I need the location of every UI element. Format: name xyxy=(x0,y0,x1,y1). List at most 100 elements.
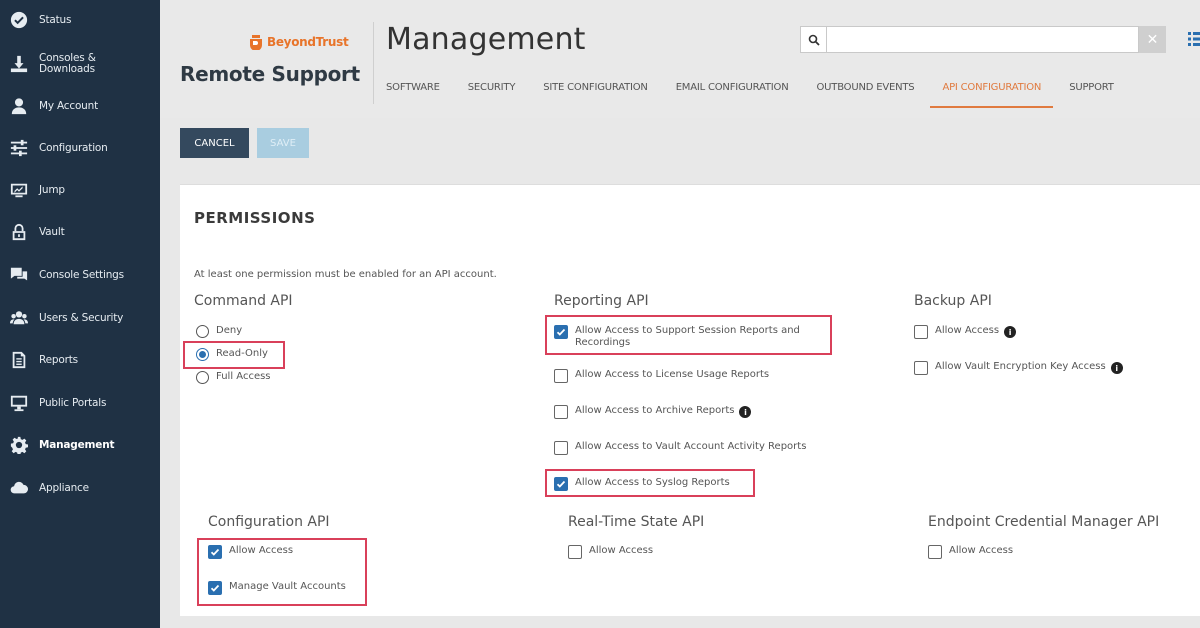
reporting-archive-option[interactable]: Allow Access to Archive Reports i xyxy=(554,405,752,419)
save-button[interactable]: SAVE xyxy=(257,128,309,158)
realtime-api-title: Real-Time State API xyxy=(568,514,705,530)
tab-security[interactable]: SECURITY xyxy=(468,74,516,108)
tab-api-configuration[interactable]: API CONFIGURATION xyxy=(930,74,1054,108)
backup-vault-key-option[interactable]: Allow Vault Encryption Key Access i xyxy=(914,361,1123,375)
brand-name: BeyondTrust xyxy=(267,35,349,49)
tab-site-configuration[interactable]: SITE CONFIGURATION xyxy=(543,74,648,108)
ecm-api-title: Endpoint Credential Manager API xyxy=(928,514,1160,530)
sidebar: Status Consoles & Downloads My Account C… xyxy=(0,0,160,628)
sidebar-item-label: My Account xyxy=(39,99,99,112)
sidebar-item-jump[interactable]: Jump xyxy=(0,170,160,210)
highlight-box xyxy=(183,341,285,369)
radio-button[interactable] xyxy=(196,371,209,384)
sidebar-item-label: Public Portals xyxy=(39,396,107,409)
brand-logo: BeyondTrust xyxy=(248,34,349,50)
option-label: Allow Access xyxy=(935,325,1000,336)
search-button[interactable] xyxy=(800,26,827,53)
option-label: Allow Access to Vault Account Activity R… xyxy=(575,441,807,452)
checkbox[interactable] xyxy=(554,441,568,455)
user-icon xyxy=(8,95,30,117)
header: BeyondTrust Remote Support Management ✕ … xyxy=(160,0,1200,118)
sidebar-item-label: Consoles & Downloads xyxy=(39,52,96,75)
sidebar-item-status[interactable]: Status xyxy=(0,0,160,40)
beyondtrust-logo-icon xyxy=(250,35,262,50)
checkbox[interactable] xyxy=(914,325,928,339)
search-input[interactable] xyxy=(827,26,1139,53)
jump-icon xyxy=(8,179,30,201)
option-label: Full Access xyxy=(216,371,271,382)
sidebar-item-label: Status xyxy=(39,13,72,26)
info-icon[interactable]: i xyxy=(1110,362,1123,374)
checkbox[interactable] xyxy=(554,369,568,383)
reporting-vault-activity-option[interactable]: Allow Access to Vault Account Activity R… xyxy=(554,441,806,455)
sidebar-item-label: Management xyxy=(39,438,115,451)
option-label: Allow Access xyxy=(949,545,1014,556)
option-label: Allow Access to License Usage Reports xyxy=(575,369,770,380)
sidebar-item-appliance[interactable]: Appliance xyxy=(0,468,160,508)
radio-button[interactable] xyxy=(196,325,209,338)
sidebar-item-vault[interactable]: Vault xyxy=(0,212,160,252)
sidebar-item-public-portals[interactable]: Public Portals xyxy=(0,383,160,423)
sidebar-item-users-security[interactable]: Users & Security xyxy=(0,298,160,338)
checkbox[interactable] xyxy=(928,545,942,559)
sidebar-item-label: Appliance xyxy=(39,481,89,494)
tab-email-configuration[interactable]: EMAIL CONFIGURATION xyxy=(676,74,789,108)
checkbox[interactable] xyxy=(554,405,568,419)
sidebar-item-label: Reports xyxy=(39,353,78,366)
sidebar-item-console-settings[interactable]: Console Settings xyxy=(0,255,160,295)
cancel-button[interactable]: CANCEL xyxy=(180,128,249,158)
header-divider xyxy=(373,22,374,104)
users-icon xyxy=(8,307,30,329)
realtime-allow-access-option[interactable]: Allow Access xyxy=(568,545,653,559)
sidebar-item-label: Jump xyxy=(39,183,65,196)
highlight-box xyxy=(545,315,832,355)
download-icon xyxy=(8,53,30,75)
tab-outbound-events[interactable]: OUTBOUND EVENTS xyxy=(817,74,915,108)
sidebar-item-label: Configuration xyxy=(39,141,108,154)
highlight-box xyxy=(197,538,367,606)
monitor-icon xyxy=(8,392,30,414)
ecm-allow-access-option[interactable]: Allow Access xyxy=(928,545,1013,559)
info-icon[interactable]: i xyxy=(739,406,752,418)
command-api-title: Command API xyxy=(194,293,293,309)
reporting-license-usage-option[interactable]: Allow Access to License Usage Reports xyxy=(554,369,769,383)
reporting-api-title: Reporting API xyxy=(554,293,649,309)
page-title: Management xyxy=(386,22,586,57)
search-icon xyxy=(808,34,820,46)
tab-software[interactable]: SOFTWARE xyxy=(386,74,440,108)
search-clear-button[interactable]: ✕ xyxy=(1139,26,1166,53)
cloud-icon xyxy=(8,477,30,499)
management-tabs: SOFTWARE SECURITY SITE CONFIGURATION EMA… xyxy=(386,74,1142,108)
backup-api-title: Backup API xyxy=(914,293,992,309)
checkbox[interactable] xyxy=(914,361,928,375)
command-api-full-access-option[interactable]: Full Access xyxy=(196,371,271,384)
permissions-note: At least one permission must be enabled … xyxy=(194,269,497,280)
tab-support[interactable]: SUPPORT xyxy=(1069,74,1114,108)
product-name: Remote Support xyxy=(180,62,360,86)
sliders-icon xyxy=(8,137,30,159)
info-icon[interactable]: i xyxy=(1004,326,1017,338)
highlight-box xyxy=(545,469,755,497)
option-label: Allow Access xyxy=(589,545,654,556)
gear-icon xyxy=(8,434,30,456)
sidebar-item-configuration[interactable]: Configuration xyxy=(0,128,160,168)
command-api-deny-option[interactable]: Deny xyxy=(196,325,242,338)
lock-icon xyxy=(8,221,30,243)
permissions-panel: PERMISSIONS At least one permission must… xyxy=(180,184,1200,616)
status-icon xyxy=(8,9,30,31)
sidebar-item-my-account[interactable]: My Account xyxy=(0,86,160,126)
option-label: Deny xyxy=(216,325,243,336)
document-icon xyxy=(8,349,30,371)
list-view-icon[interactable] xyxy=(1188,30,1200,48)
sidebar-item-reports[interactable]: Reports xyxy=(0,340,160,380)
option-label: Allow Access to Archive Reports xyxy=(575,405,735,416)
sidebar-item-consoles-downloads[interactable]: Consoles & Downloads xyxy=(0,44,160,84)
backup-allow-access-option[interactable]: Allow Access i xyxy=(914,325,1017,339)
permissions-title: PERMISSIONS xyxy=(194,209,316,227)
chat-icon xyxy=(8,264,30,286)
checkbox[interactable] xyxy=(568,545,582,559)
sidebar-item-label: Vault xyxy=(39,225,65,238)
sidebar-item-management[interactable]: Management xyxy=(0,425,160,465)
close-icon: ✕ xyxy=(1146,31,1159,48)
sidebar-item-label: Console Settings xyxy=(39,268,124,281)
